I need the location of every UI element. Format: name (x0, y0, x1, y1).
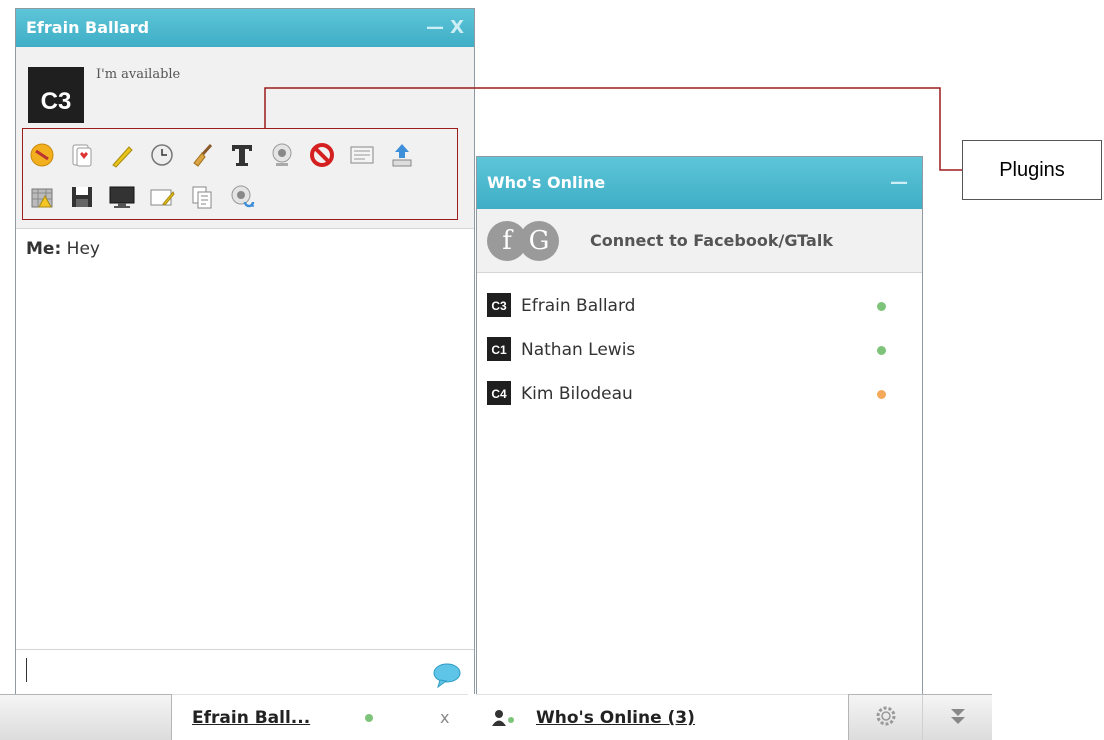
user-online-icon (492, 709, 518, 731)
whos-online-tab[interactable]: Who's Online (3) (476, 694, 848, 740)
bar-spacer (0, 694, 172, 740)
chevron-double-down-icon (948, 706, 968, 730)
plugins-callout: Plugins (962, 140, 1102, 200)
chat-tab-label[interactable]: Efrain Ball... (192, 695, 310, 740)
chat-tab[interactable]: Efrain Ball... x (172, 694, 468, 740)
settings-button[interactable] (848, 694, 922, 740)
gear-icon (875, 705, 897, 731)
whos-online-tab-label[interactable]: Who's Online (3) (536, 695, 695, 740)
status-dot-icon (365, 714, 373, 722)
chat-tab-close-button[interactable]: x (440, 695, 449, 740)
collapse-button[interactable] (922, 694, 992, 740)
bottom-bar: Efrain Ball... x Who's Online (3) (0, 694, 1104, 740)
annotation-connector (264, 87, 962, 171)
